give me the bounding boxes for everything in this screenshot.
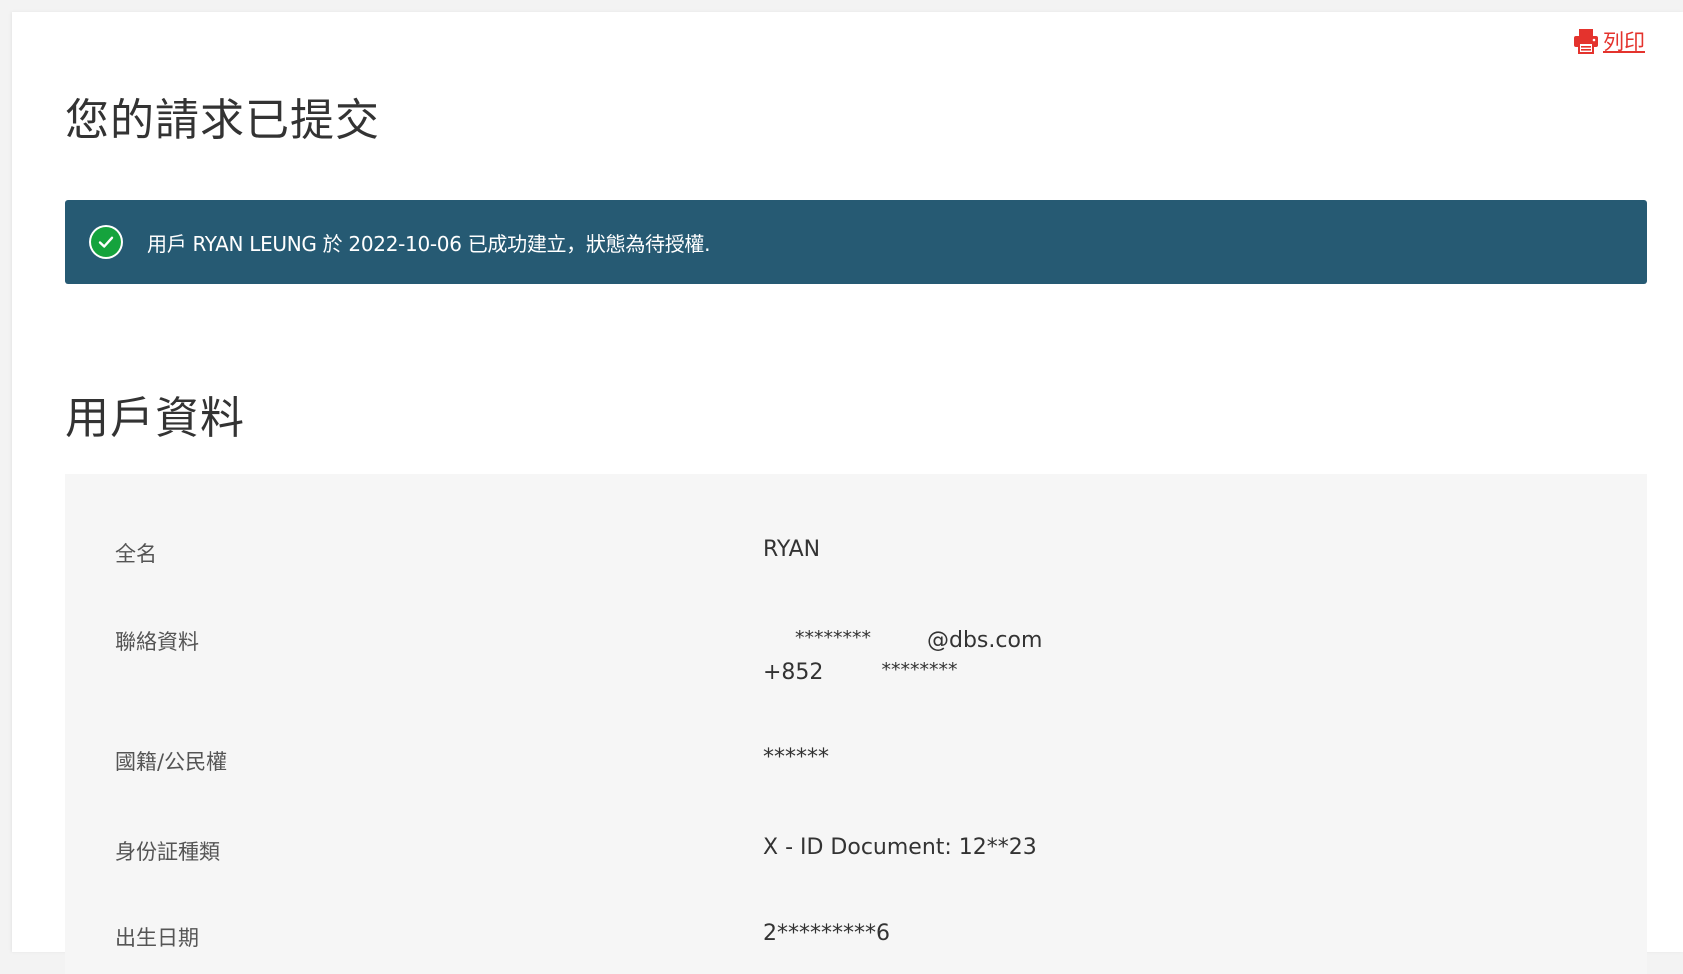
email-masked: ******** — [795, 627, 871, 649]
section-title: 用戶資料 — [65, 393, 245, 444]
phone-masked: ******** — [881, 659, 958, 681]
detail-label: 聯絡資料 — [115, 630, 199, 654]
success-message: 用戶 RYAN LEUNG 於 2022-10-06 已成功建立，狀態為待授權. — [147, 231, 711, 256]
check-circle-icon — [91, 227, 121, 257]
page-title: 您的請求已提交 — [65, 95, 380, 146]
detail-label: 身份証種類 — [115, 840, 220, 864]
detail-value-contact: ******** @dbs.com +852 ******** — [763, 622, 1042, 686]
detail-value: X - ID Document: 12**23 — [763, 835, 1037, 860]
detail-value: 2*********6 — [763, 921, 890, 946]
detail-label: 全名 — [115, 542, 157, 566]
confirmation-page: 列印 您的請求已提交 用戶 RYAN LEUNG 於 2022-10-06 已成… — [12, 12, 1683, 974]
print-link[interactable]: 列印 — [1571, 26, 1645, 56]
detail-label: 國籍/公民權 — [115, 750, 228, 774]
contact-email: ******** @dbs.com — [763, 622, 1042, 654]
success-banner: 用戶 RYAN LEUNG 於 2022-10-06 已成功建立，狀態為待授權. — [65, 200, 1647, 284]
phone-prefix: +852 — [763, 660, 824, 685]
printer-icon — [1571, 26, 1601, 56]
print-label[interactable]: 列印 — [1603, 26, 1645, 56]
detail-value: RYAN — [763, 537, 821, 562]
email-domain: @dbs.com — [927, 628, 1043, 653]
user-details-panel: 全名 RYAN 聯絡資料 ******** @dbs.com +852 ******… — [65, 474, 1647, 974]
detail-label: 出生日期 — [115, 926, 199, 950]
detail-value: ****** — [763, 745, 829, 770]
contact-phone: +852 ******** — [763, 654, 1042, 686]
